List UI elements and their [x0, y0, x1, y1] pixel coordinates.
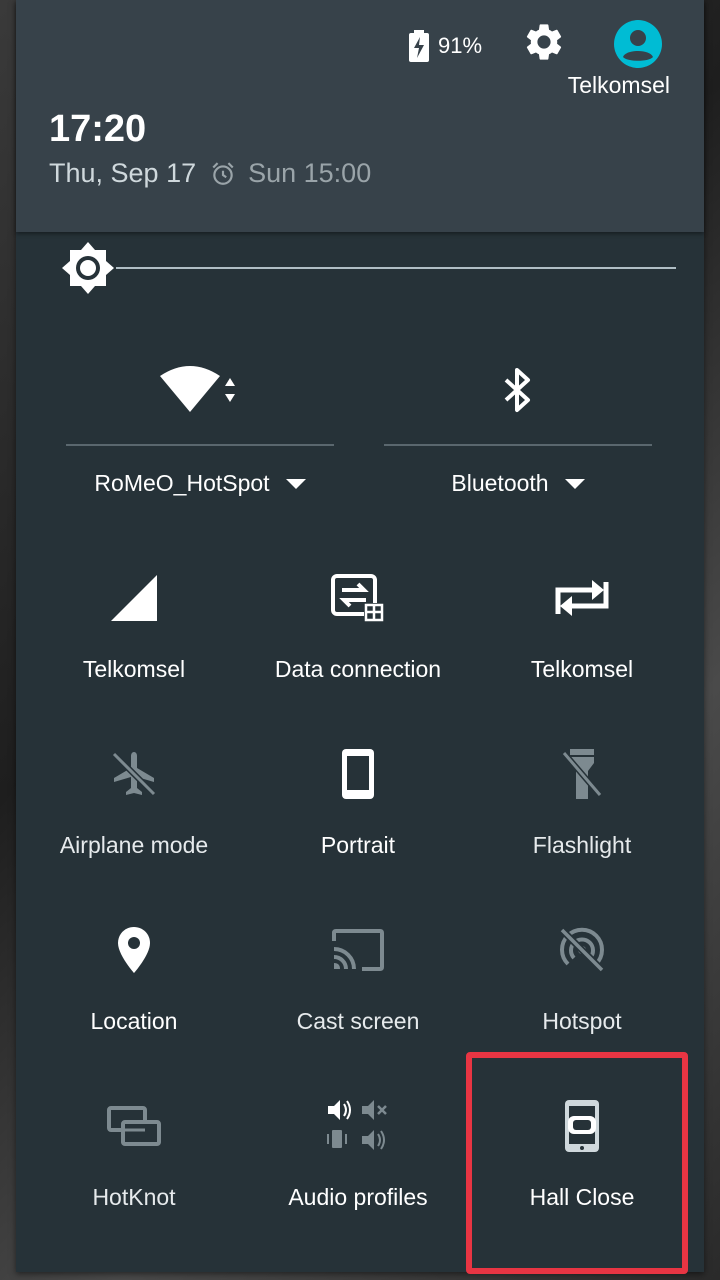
cellular-label: Telkomsel	[82, 656, 186, 682]
data-connection-icon	[330, 573, 386, 628]
brightness-icon	[60, 240, 116, 301]
location-pin-icon	[116, 925, 152, 980]
user-account-button[interactable]	[612, 18, 664, 70]
airplane-off-icon	[108, 748, 160, 805]
battery-charging-icon	[408, 30, 430, 62]
wifi-tile[interactable]: RoMeO_HotSpot	[66, 340, 334, 520]
hotknot-icon	[106, 1105, 162, 1152]
battery-percent: 91%	[438, 33, 483, 58]
hotspot-off-icon	[556, 924, 608, 981]
rotation-tile[interactable]: Portrait	[246, 736, 470, 912]
repeat-sync-icon	[554, 576, 610, 625]
cast-screen-tile[interactable]: Cast screen	[246, 912, 470, 1088]
wifi-toggle[interactable]	[66, 340, 334, 446]
wifi-network-label: RoMeO_HotSpot	[94, 470, 270, 496]
status-header: 91% Telkomsel 17:20 Thu, Sep 17 Sun 15:0…	[16, 0, 704, 232]
brightness-track[interactable]	[116, 267, 676, 269]
date-alarm-row: Thu, Sep 17 Sun 15:00	[49, 158, 371, 189]
location-tile[interactable]: Location	[22, 912, 246, 1088]
wifi-icon	[160, 364, 240, 421]
location-label: Location	[90, 1008, 178, 1034]
carrier-label: Telkomsel	[567, 72, 670, 98]
roaming-tile[interactable]: Telkomsel	[470, 560, 694, 736]
clock[interactable]: 17:20	[49, 108, 146, 151]
data-connection-tile[interactable]: Data connection	[246, 560, 470, 736]
hotknot-label: HotKnot	[92, 1184, 176, 1210]
flashlight-off-icon	[560, 747, 604, 806]
settings-button[interactable]	[520, 20, 568, 68]
audio-profiles-tile[interactable]: Audio profiles	[246, 1088, 470, 1264]
battery-indicator: 91%	[408, 30, 482, 62]
airplane-mode-tile[interactable]: Airplane mode	[22, 736, 246, 912]
flashlight-label: Flashlight	[532, 832, 632, 858]
bluetooth-tile[interactable]: Bluetooth	[384, 340, 652, 520]
alarm-clock-icon	[210, 161, 236, 187]
cellular-signal-icon	[109, 573, 159, 628]
chevron-down-icon	[564, 478, 585, 489]
date-label[interactable]: Thu, Sep 17	[49, 158, 196, 189]
airplane-mode-label: Airplane mode	[59, 832, 209, 858]
wifi-network-dropdown[interactable]: RoMeO_HotSpot	[66, 470, 334, 497]
hotknot-tile[interactable]: HotKnot	[22, 1088, 246, 1264]
highlight-box	[466, 1052, 688, 1274]
bluetooth-dropdown[interactable]: Bluetooth	[384, 470, 652, 497]
cellular-tile[interactable]: Telkomsel	[22, 560, 246, 736]
cast-icon	[330, 927, 386, 978]
flashlight-tile[interactable]: Flashlight	[470, 736, 694, 912]
bluetooth-label: Bluetooth	[451, 470, 549, 496]
cast-screen-label: Cast screen	[296, 1008, 420, 1034]
chevron-down-icon	[285, 478, 306, 489]
next-alarm-label[interactable]: Sun 15:00	[248, 158, 371, 189]
data-connection-label: Data connection	[274, 656, 442, 682]
gear-icon	[522, 20, 566, 69]
rotation-label: Portrait	[320, 832, 396, 858]
phone-portrait-icon	[340, 747, 376, 806]
brightness-slider[interactable]	[60, 240, 676, 296]
bluetooth-icon	[500, 366, 536, 419]
audio-profiles-label: Audio profiles	[288, 1184, 428, 1210]
roaming-label: Telkomsel	[530, 656, 634, 682]
audio-profiles-icon	[326, 1098, 390, 1159]
hotspot-label: Hotspot	[542, 1008, 622, 1034]
bluetooth-toggle[interactable]	[384, 340, 652, 446]
